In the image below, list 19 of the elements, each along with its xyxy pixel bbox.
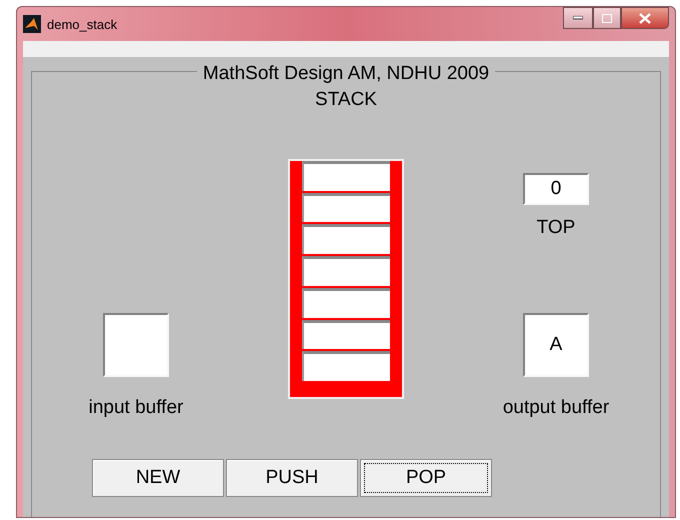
window-title: demo_stack <box>47 16 118 32</box>
maximize-button[interactable] <box>593 7 621 29</box>
minimize-button[interactable] <box>563 7 593 29</box>
action-button[interactable]: POP <box>360 459 492 497</box>
action-button[interactable]: NEW <box>92 459 224 497</box>
minimize-icon <box>573 16 583 20</box>
panel-subtitle: STACK <box>314 88 378 112</box>
panel-title: MathSoft Design AM, NDHU 2009 <box>202 62 490 86</box>
app-icon <box>23 15 41 33</box>
output-buffer-field[interactable]: A <box>523 313 589 377</box>
output-buffer-label: output buffer <box>502 397 610 419</box>
top-field[interactable]: 0 <box>523 173 589 205</box>
input-buffer-field[interactable] <box>103 313 169 377</box>
close-icon <box>639 12 651 24</box>
close-button[interactable] <box>621 7 669 29</box>
maximize-icon <box>602 14 612 22</box>
action-button[interactable]: PUSH <box>226 459 358 497</box>
input-buffer-label: input buffer <box>88 397 184 419</box>
top-label: TOP <box>536 217 576 239</box>
